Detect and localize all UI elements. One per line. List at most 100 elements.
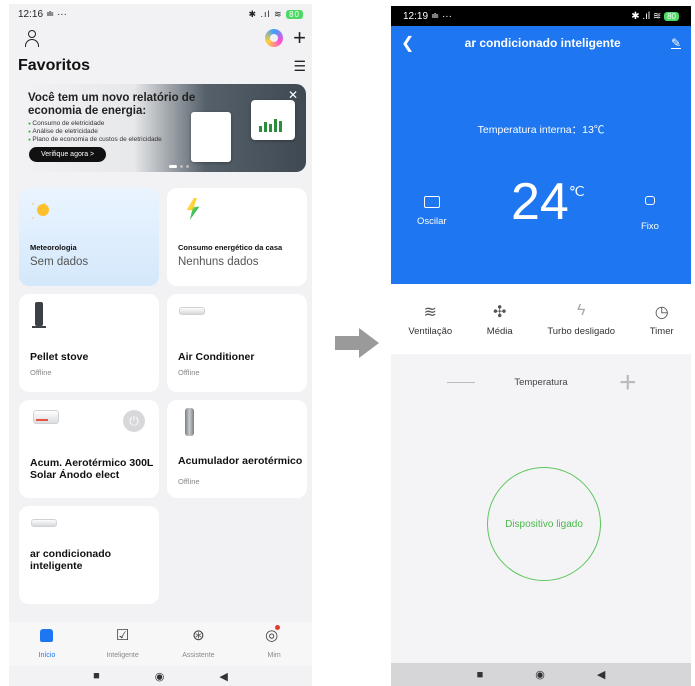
recent-apps-icon[interactable]: ■	[477, 669, 484, 681]
home-button-icon[interactable]: ◉	[155, 670, 165, 683]
mode-label: Timer	[649, 325, 674, 337]
back-icon[interactable]: ◀	[597, 668, 605, 681]
verify-now-button[interactable]: Verifique agora >	[29, 147, 107, 162]
nav-label: Assistente	[182, 652, 215, 659]
turbo-icon: ϟ	[576, 301, 586, 319]
tank-icon	[185, 408, 194, 436]
nav-label: Mim	[267, 652, 281, 659]
increase-temperature-button[interactable]: +	[619, 368, 637, 398]
oscillate-button[interactable]: Oscilar	[417, 196, 447, 227]
nav-profile[interactable]: ◎ Mim	[239, 625, 309, 666]
fan-icon: ✣	[493, 303, 507, 321]
fixed-button[interactable]: Fixo	[641, 196, 659, 232]
left-screen: 12:16 ≐ ··· ✱ .ıl ≋ 80 + Favoritos ☰ Voc…	[9, 4, 312, 686]
card-title: Pellet stove	[30, 351, 89, 363]
list-item: Plano de economia de custos de eletricid…	[28, 136, 161, 144]
nav-label: Início	[38, 652, 56, 659]
device-card-weather[interactable]: Meteorologia Sem dados	[19, 188, 159, 286]
control-panel: ❮ ar condicionado inteligente ✎ Temperat…	[391, 26, 691, 295]
card-title: Air Conditioner	[178, 351, 255, 363]
nav-smart[interactable]: ☑ Inteligente	[88, 626, 158, 666]
assistant-icon: ⊛	[192, 627, 205, 644]
fixed-icon	[644, 196, 655, 205]
ac-icon	[179, 307, 205, 315]
card-title: Acum. Aerotérmico 300L Solar Ánodo elect	[30, 457, 154, 481]
nav-assistant[interactable]: ⊛ Assistente	[163, 626, 233, 666]
notification-icons: ≐ ···	[430, 10, 452, 22]
energy-report-banner[interactable]: Você tem um novo relatório de economia d…	[19, 84, 306, 172]
sleep-icon[interactable]: ☾	[483, 284, 492, 295]
close-icon[interactable]: ✕	[288, 88, 298, 102]
sort-menu-icon[interactable]: ☰	[293, 58, 306, 75]
sound-icon[interactable]: ◁)	[534, 284, 545, 295]
device-card-aerothermal-accumulator[interactable]: Acumulador aerotérmico Offline	[167, 400, 307, 498]
edit-icon[interactable]: ✎	[671, 36, 681, 50]
system-nav: ■ ◉ ◀	[391, 663, 691, 686]
favorites-title: Favoritos	[18, 57, 91, 74]
status-time: 12:16	[18, 8, 44, 20]
device-card-air-conditioner[interactable]: Air Conditioner Offline	[167, 294, 307, 392]
display-icon[interactable]: ▤	[563, 284, 572, 295]
device-card-aerothermal-300l[interactable]: ⏻ Acum. Aerotérmico 300L Solar Ánodo ele…	[19, 400, 159, 498]
heat-icon[interactable]: ≋	[590, 284, 598, 295]
temperature-label: Temperatura	[514, 377, 568, 388]
device-card-pellet-stove[interactable]: Pellet stove Offline	[19, 294, 159, 392]
power-icon[interactable]: ⏻	[123, 410, 145, 432]
mode-label: Turbo desligado	[547, 325, 616, 337]
list-item: Análise de eletricidade	[28, 128, 162, 136]
battery-icon: 80	[286, 9, 303, 19]
assistant-orb-icon[interactable]	[265, 29, 284, 47]
battery-icon: 80	[664, 11, 679, 21]
banner-title: Você tem um novo relatório de economia d…	[28, 92, 196, 117]
back-arrow-icon[interactable]: ❮	[401, 33, 414, 53]
device-card-energy[interactable]: Consumo energético da casa Nenhuns dados	[167, 188, 307, 286]
transition-arrow-icon	[335, 328, 381, 358]
power-status-label: Dispositivo ligado	[505, 518, 583, 530]
mode-fan-speed[interactable]: ✣ Média	[487, 302, 513, 337]
eco-icon[interactable]: ◌	[510, 284, 516, 295]
mode-timer[interactable]: ◷ Timer	[650, 302, 674, 337]
card-status: Offline	[178, 368, 200, 377]
feature-icons: ☾ ◌ ◁) ▤ ≋	[483, 284, 599, 295]
timer-icon: ◷	[654, 303, 669, 321]
status-bar: 12:19 ≐ ··· ✱ .ıl ≋ 80	[391, 6, 691, 26]
back-icon[interactable]: ◀	[219, 670, 227, 683]
card-status: Sem dados	[30, 256, 89, 268]
card-title: ar condicionado inteligente	[30, 548, 112, 572]
top-bar: +	[9, 24, 312, 52]
oscillate-label: Oscilar	[417, 216, 447, 227]
temperature-control: Temperatura +	[391, 354, 691, 414]
card-status: Offline	[30, 368, 52, 377]
card-title: Meteorologia	[30, 243, 77, 252]
list-item: Consumo de eletricidade	[28, 120, 162, 128]
heater-icon	[33, 410, 59, 424]
device-card-smart-ac[interactable]: ar condicionado inteligente	[19, 506, 159, 604]
card-title: Acumulador aerotérmico	[178, 455, 303, 467]
smart-icon: ☑	[115, 627, 130, 644]
mode-label: Ventilação	[408, 325, 453, 337]
user-icon[interactable]	[23, 29, 41, 47]
carousel-dots	[169, 165, 189, 168]
mode-ventilation[interactable]: ≋ Ventilação	[408, 302, 452, 337]
temperature-unit: ℃	[568, 183, 585, 199]
status-bar: 12:16 ≐ ··· ✱ .ıl ≋ 80	[9, 4, 312, 24]
banner-list: Consumo de eletricidade Análise de eletr…	[28, 120, 162, 144]
card-status: Offline	[178, 477, 200, 486]
home-button-icon[interactable]: ◉	[535, 668, 545, 681]
page-title: ar condicionado inteligente	[464, 36, 621, 50]
bottom-nav: Início ☑ Inteligente ⊛ Assistente ◎ Mim	[9, 622, 312, 666]
oscillate-icon	[423, 196, 440, 208]
indoor-temperature: Temperatura interna：13℃	[477, 124, 605, 136]
power-toggle-button[interactable]: Dispositivo ligado	[487, 467, 601, 581]
signal-icons: ✱ .ıl ≋	[631, 10, 662, 22]
system-nav: ■ ◉ ◀	[9, 666, 312, 686]
sun-icon	[31, 196, 53, 224]
mode-turbo[interactable]: ϟ Turbo desligado	[547, 302, 615, 337]
signal-icons: ✱ .ıl ≋	[248, 8, 283, 19]
nav-home[interactable]: Início	[12, 626, 82, 666]
mode-label: Média	[486, 325, 513, 337]
home-icon	[12, 626, 82, 644]
recent-apps-icon[interactable]: ■	[93, 670, 100, 682]
card-title: Consumo energético da casa	[178, 243, 283, 252]
add-device-icon[interactable]: +	[293, 27, 306, 49]
